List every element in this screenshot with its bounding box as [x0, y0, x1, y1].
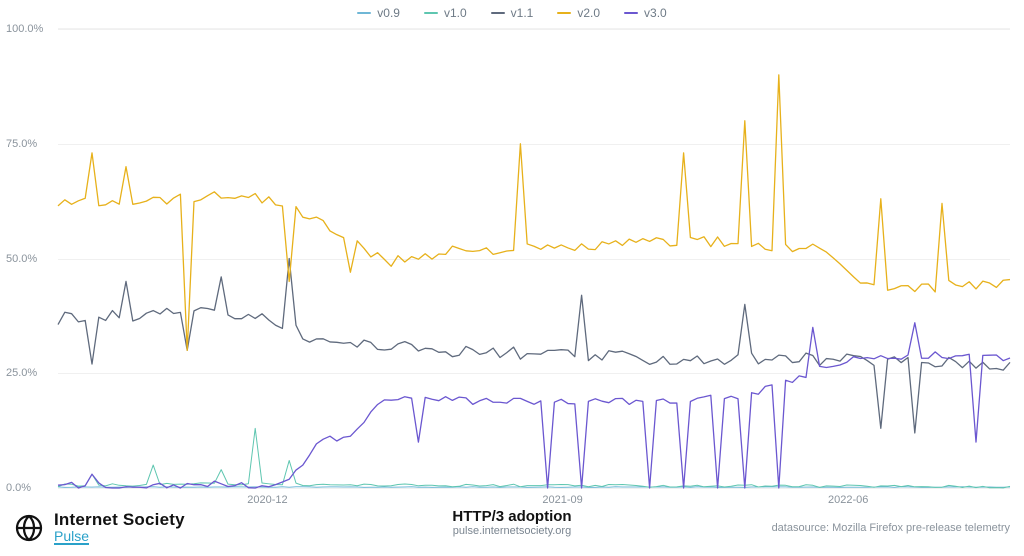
legend-label: v1.1 — [511, 6, 534, 20]
brand: Internet Society Pulse — [14, 511, 185, 546]
legend-swatch — [624, 12, 638, 14]
y-tick-100: 100.0% — [6, 23, 43, 35]
legend-label: v2.0 — [577, 6, 600, 20]
series-v3-0 — [58, 323, 1010, 488]
plot-area[interactable]: 100.0% 75.0% 50.0% 25.0% 0.0% 2020-12 20… — [58, 28, 1010, 488]
legend-swatch — [357, 12, 371, 14]
series-v1-1 — [58, 259, 1010, 433]
brand-subname: Pulse — [54, 529, 89, 546]
legend-swatch — [557, 12, 571, 14]
legend-item-v09[interactable]: v0.9 — [357, 6, 400, 20]
legend: v0.9 v1.0 v1.1 v2.0 v3.0 — [0, 0, 1024, 20]
legend-label: v1.0 — [444, 6, 467, 20]
y-tick-25: 25.0% — [6, 367, 37, 379]
line-chart-svg — [58, 29, 1010, 488]
chart-title: HTTP/3 adoption — [452, 508, 571, 525]
footer: Internet Society Pulse HTTP/3 adoption p… — [0, 500, 1024, 556]
series-v1-0 — [58, 428, 1010, 488]
legend-item-v20[interactable]: v2.0 — [557, 6, 600, 20]
y-tick-50: 50.0% — [6, 253, 37, 265]
chart-subtitle: pulse.internetsociety.org — [452, 525, 571, 537]
chart-container: v0.9 v1.0 v1.1 v2.0 v3.0 100.0% 75.0% 50… — [0, 0, 1024, 556]
legend-item-v30[interactable]: v3.0 — [624, 6, 667, 20]
legend-swatch — [491, 12, 505, 14]
legend-label: v0.9 — [377, 6, 400, 20]
y-tick-75: 75.0% — [6, 138, 37, 150]
legend-swatch — [424, 12, 438, 14]
brand-name: Internet Society — [54, 511, 185, 529]
series-v2-0 — [58, 75, 1010, 350]
legend-item-v10[interactable]: v1.0 — [424, 6, 467, 20]
datasource-label: datasource: Mozilla Firefox pre-release … — [772, 522, 1010, 534]
internet-society-logo-icon — [14, 513, 44, 543]
y-tick-0: 0.0% — [6, 482, 31, 494]
legend-label: v3.0 — [644, 6, 667, 20]
chart-title-block: HTTP/3 adoption pulse.internetsociety.or… — [452, 508, 571, 537]
legend-item-v11[interactable]: v1.1 — [491, 6, 534, 20]
